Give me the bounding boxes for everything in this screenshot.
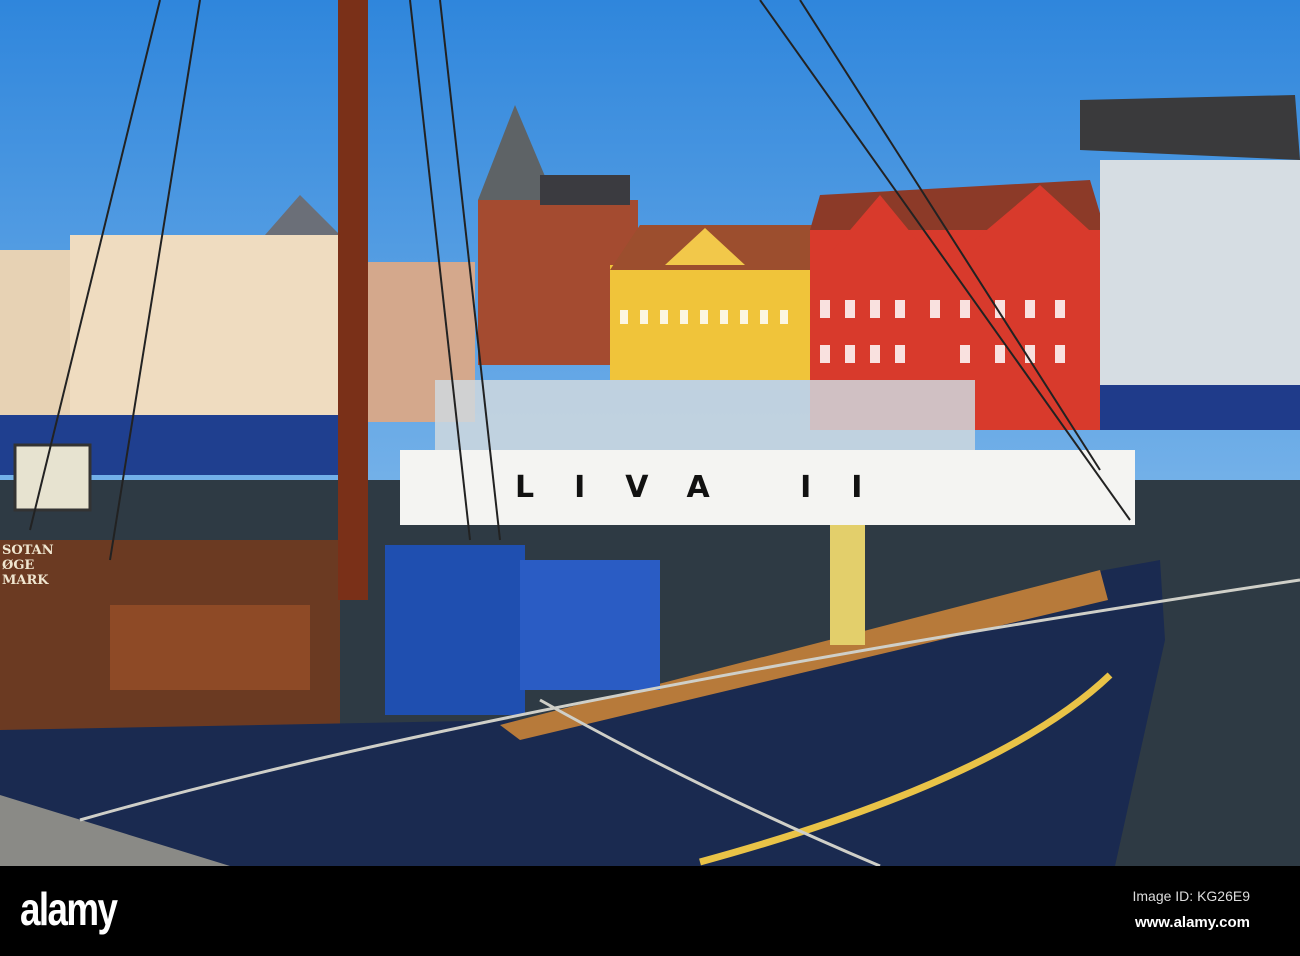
mast [338, 0, 368, 600]
boat-name: LIVA II [515, 470, 902, 505]
website-url: www.alamy.com [1134, 914, 1250, 931]
yellow-building [610, 225, 815, 380]
boat-sign-text: SOTAN ØGE MARK [2, 543, 54, 588]
nyhavn-harbor-scene: LIVA II [0, 0, 1300, 866]
photo: LIVA II SOTAN ØGE MARK [0, 0, 1300, 866]
scaffold-building [1080, 95, 1300, 430]
image-id: Image ID: KG26E9 [1132, 888, 1250, 904]
alamy-logo: alamy [20, 883, 118, 935]
watermark-bar: alamy Image ID: KG26E9 www.alamy.com [0, 866, 1300, 956]
